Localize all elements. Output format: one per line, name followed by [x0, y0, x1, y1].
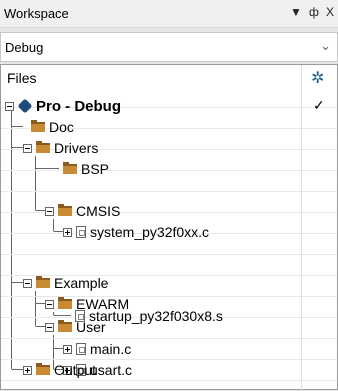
folder-icon	[63, 162, 77, 174]
tree-item-label: Pro - Debug	[36, 97, 121, 115]
tree-item-drivers[interactable]: Drivers	[23, 138, 98, 158]
close-icon[interactable]: X	[326, 5, 334, 19]
tree-item-label: Example	[54, 275, 109, 291]
tree-item-label: BSP	[81, 161, 110, 177]
collapse-icon[interactable]	[45, 299, 54, 309]
folder-icon	[36, 141, 50, 153]
folder-icon	[31, 120, 45, 132]
tree-item-label: usart.c	[90, 362, 133, 378]
collapse-icon[interactable]	[23, 143, 32, 153]
tree-item-cmsis[interactable]: CMSIS	[45, 201, 120, 221]
files-tree-panel: Files ✲ Pro - Debug ✓ Doc Drivers BSP CM…	[0, 64, 338, 391]
file-icon	[76, 343, 86, 355]
workspace-titlebar: Workspace ▼ ф X	[0, 0, 338, 28]
collapse-icon[interactable]	[45, 322, 54, 332]
tree-item-label: CMSIS	[76, 203, 121, 219]
expand-icon[interactable]	[23, 365, 32, 375]
tree-item-bsp[interactable]: BSP	[63, 159, 109, 179]
tree-item-label: Doc	[49, 119, 74, 135]
pin-icon[interactable]: ф	[309, 5, 319, 19]
collapse-icon[interactable]	[5, 101, 14, 111]
gear-icon[interactable]: ✲	[311, 68, 324, 88]
tree-item-example[interactable]: Example	[23, 273, 108, 293]
expand-icon[interactable]	[63, 344, 72, 354]
collapse-icon[interactable]	[45, 206, 54, 216]
expand-icon[interactable]	[63, 227, 72, 237]
tree-item-label: startup_py32f030x8.s	[89, 308, 223, 324]
tree-item-user[interactable]: User	[45, 317, 106, 337]
tree-item-main-file[interactable]: main.c	[63, 339, 131, 359]
tree-item-label: system_py32f0xx.c	[90, 224, 210, 240]
configuration-select[interactable]: Debug ⌄	[0, 32, 338, 62]
collapse-icon[interactable]	[23, 278, 32, 288]
tree-item-doc[interactable]: Doc	[31, 117, 74, 137]
tree-item-label: Output	[54, 362, 97, 378]
chevron-down-icon[interactable]: ⌄	[320, 38, 331, 54]
tree-item-output[interactable]: Output	[23, 360, 96, 380]
project-icon	[17, 98, 33, 114]
window-title: Workspace	[4, 6, 69, 21]
checkmark-icon: ✓	[313, 97, 325, 113]
folder-icon	[36, 276, 50, 288]
tree-item-label: Drivers	[54, 140, 99, 156]
tree-item-project[interactable]: Pro - Debug	[5, 96, 121, 116]
tree-item-system-file[interactable]: system_py32f0xx.c	[63, 222, 209, 242]
tree-item-label: User	[76, 319, 106, 335]
folder-icon	[58, 297, 72, 309]
folder-icon	[58, 320, 72, 332]
folder-icon	[36, 363, 50, 375]
configuration-value: Debug	[5, 40, 44, 55]
folder-icon	[58, 204, 72, 216]
tree-item-label: main.c	[90, 341, 132, 357]
dropdown-menu-icon[interactable]: ▼	[290, 5, 302, 19]
file-icon	[76, 226, 86, 238]
